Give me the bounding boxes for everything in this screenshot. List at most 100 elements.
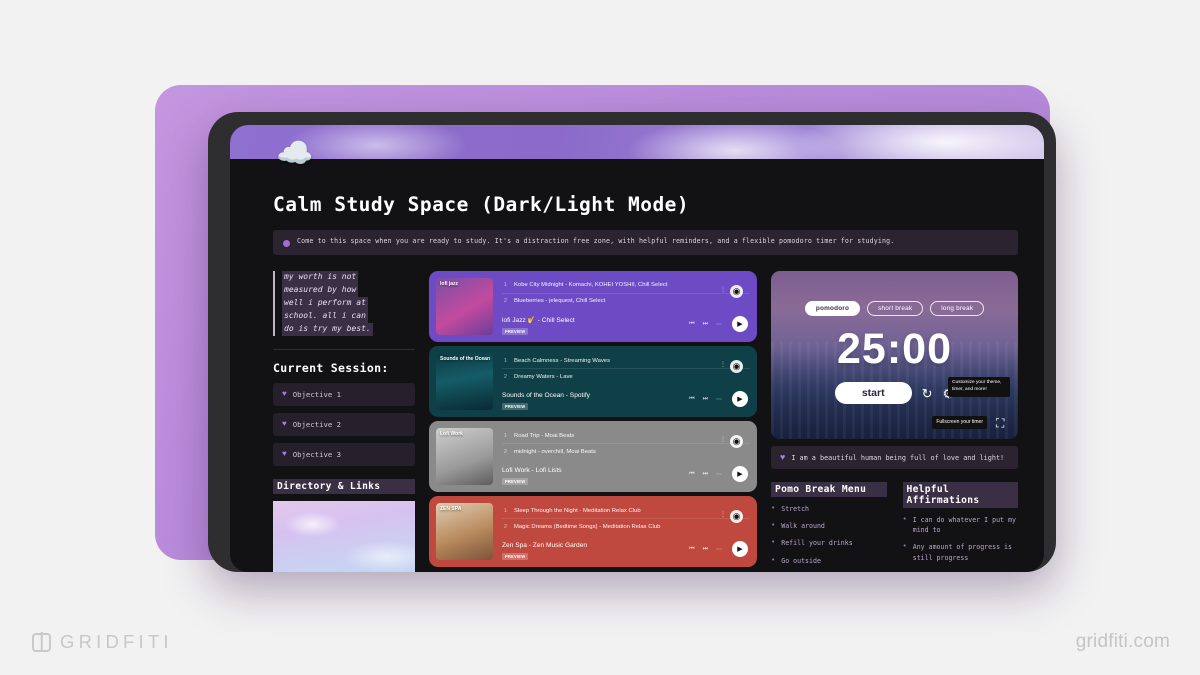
track-row[interactable]: 2 midnight - overchill, Moai Beats (502, 444, 750, 460)
fullscreen-icon[interactable]: ⛶ (996, 417, 1009, 431)
album-art: Lofi Work (436, 428, 493, 485)
kebab-menu-icon[interactable]: ⋮ (720, 361, 726, 368)
track-number: 2 (503, 298, 507, 305)
quote-block: my worth is not measured by how well i p… (273, 271, 415, 336)
next-icon[interactable]: ⏭ (703, 546, 708, 553)
preview-badge: PREVIEW (502, 403, 529, 410)
track-number: 1 (503, 507, 507, 514)
player-controls: ⏮ ⏭ ⋯ ▶ (689, 391, 748, 407)
track-row[interactable]: 1 Road Trip - Moai Beats (502, 428, 750, 445)
list-item[interactable]: • Refill your drinks (771, 538, 887, 548)
spotify-icon[interactable]: ◉ (730, 435, 743, 448)
objective-item[interactable]: ♥ Objective 2 (273, 412, 415, 436)
gridfiti-logo: GRIDFITI (32, 631, 173, 653)
quote-line: do is try my best. (282, 322, 373, 336)
kebab-menu-icon[interactable]: ⋮ (720, 511, 726, 518)
settings-tooltip: Customize your theme, timer, and more! (948, 377, 1010, 397)
play-icon[interactable]: ▶ (732, 466, 748, 482)
kebab-menu-icon[interactable]: ⋮ (720, 436, 726, 443)
tablet-device-frame: ☁️ Calm Study Space (Dark/Light Mode) Co… (208, 112, 1056, 572)
play-icon[interactable]: ▶ (732, 391, 748, 407)
next-icon[interactable]: ⏭ (703, 321, 708, 328)
list-item[interactable]: • Stretch (771, 504, 887, 514)
track-title: Magic Dreams (Bedtime Songs) - Meditatio… (514, 524, 661, 531)
album-art: ZEN SPA (436, 503, 493, 560)
page-title: Calm Study Space (Dark/Light Mode) (273, 193, 690, 216)
previous-icon[interactable]: ⏮ (689, 321, 694, 328)
spotify-icon[interactable]: ◉ (730, 360, 743, 373)
album-art-label: Lofi Work (440, 431, 463, 437)
play-icon[interactable]: ▶ (732, 541, 748, 557)
affirmation-callout: ♥ I am a beautiful human being full of l… (771, 446, 1018, 469)
playlist-body: 1 Kobe City Midnight - Komachi, KOHEI YO… (493, 278, 750, 335)
more-options-icon[interactable]: ⋯ (716, 546, 722, 553)
reset-icon[interactable]: ↻ (922, 387, 933, 400)
track-title: Sleep Through the Night - Meditation Rel… (514, 507, 641, 514)
cloud-icon: ☁️ (276, 137, 314, 170)
pomodoro-timer: pomodoro short break long break 25:00 st… (771, 271, 1018, 439)
track-row[interactable]: 2 Magic Dreams (Bedtime Songs) - Meditat… (502, 519, 750, 535)
track-row[interactable]: 1 Beach Calmness - Streaming Waves (502, 353, 750, 370)
list-item-label: Stretch (781, 505, 810, 513)
track-number: 1 (503, 282, 507, 289)
affirmation-text: I am a beautiful human being full of lov… (791, 453, 1005, 462)
preview-badge: PREVIEW (502, 553, 529, 560)
quote-line: well i perform at (282, 296, 368, 310)
page-banner-image: ☁️ (230, 125, 1044, 169)
track-number: 2 (503, 374, 507, 381)
track-title: Road Trip - Moai Beats (514, 432, 575, 439)
playlist-card[interactable]: Lofi Work 1 Road Trip - Moai Beats 2 mid… (429, 421, 757, 492)
track-row[interactable]: 2 Blueberries - jelequest, Chill Select (502, 294, 750, 309)
objective-label: Objective 3 (292, 449, 342, 459)
track-row[interactable]: 2 Dreamy Waters - Lave (502, 369, 750, 385)
previous-icon[interactable]: ⏮ (689, 471, 694, 478)
track-row[interactable]: 1 Sleep Through the Night - Meditation R… (502, 503, 750, 520)
more-options-icon[interactable]: ⋯ (716, 321, 722, 328)
tab-long-break[interactable]: long break (930, 301, 985, 316)
start-button[interactable]: start (834, 382, 912, 404)
objective-item[interactable]: ♥ Objective 3 (273, 442, 415, 466)
list-item[interactable]: • Go outside (771, 556, 887, 566)
track-number: 1 (503, 357, 507, 364)
sidebar-column: my worth is not measured by how well i p… (273, 271, 415, 572)
next-icon[interactable]: ⏭ (703, 471, 708, 478)
page-columns: my worth is not measured by how well i p… (273, 271, 1018, 572)
heart-icon: ♥ (282, 449, 287, 459)
list-item[interactable]: • I can do whatever I put my mind to (903, 515, 1019, 535)
objective-label: Objective 1 (292, 389, 342, 399)
more-options-icon[interactable]: ⋯ (716, 396, 722, 403)
playlist-card[interactable]: Sounds of the Ocean 1 Beach Calmness - S… (429, 346, 757, 417)
heart-icon: ♥ (282, 419, 287, 429)
screenshot-stage: GRIDFITI gridfiti.com ☁️ Calm Study Spac… (0, 0, 1200, 675)
quote-line: school. all i can (282, 309, 368, 323)
track-title: Kobe City Midnight - Komachi, KOHEI YOSH… (514, 282, 668, 289)
track-title: Dreamy Waters - Lave (514, 374, 573, 381)
previous-icon[interactable]: ⏮ (689, 396, 694, 403)
timer-mode-tabs: pomodoro short break long break (771, 271, 1018, 316)
spotify-icon[interactable]: ◉ (730, 510, 743, 523)
playlist-card[interactable]: lofi jazz 1 Kobe City Midnight - Komachi… (429, 271, 757, 342)
bullet-icon: • (771, 538, 776, 547)
tab-short-break[interactable]: short break (867, 301, 924, 316)
track-number: 2 (503, 449, 507, 456)
fullscreen-tooltip: Fullscreen your timer (932, 415, 987, 429)
list-item[interactable]: • Any amount of progress is still progres… (903, 542, 1019, 562)
tab-pomodoro[interactable]: pomodoro (804, 301, 861, 316)
break-menu-title: Pomo Break Menu (771, 482, 887, 497)
track-row[interactable]: 1 Kobe City Midnight - Komachi, KOHEI YO… (502, 278, 750, 294)
spotify-icon[interactable]: ◉ (730, 285, 743, 298)
quote-line: my worth is not (282, 271, 359, 284)
play-icon[interactable]: ▶ (732, 316, 748, 332)
notion-page: Calm Study Space (Dark/Light Mode) Come … (230, 159, 1044, 572)
playlist-card[interactable]: ZEN SPA 1 Sleep Through the Night - Medi… (429, 496, 757, 567)
list-item[interactable]: • Walk around (771, 521, 887, 531)
album-art-label: lofi jazz (440, 281, 459, 287)
more-options-icon[interactable]: ⋯ (716, 471, 722, 478)
previous-icon[interactable]: ⏮ (689, 546, 694, 553)
next-icon[interactable]: ⏭ (703, 396, 708, 403)
album-art: lofi jazz (436, 278, 493, 335)
intro-callout: Come to this space when you are ready to… (273, 230, 1018, 255)
kebab-menu-icon[interactable]: ⋮ (720, 286, 726, 293)
objective-item[interactable]: ♥ Objective 1 (273, 382, 415, 406)
directory-image (273, 500, 415, 572)
